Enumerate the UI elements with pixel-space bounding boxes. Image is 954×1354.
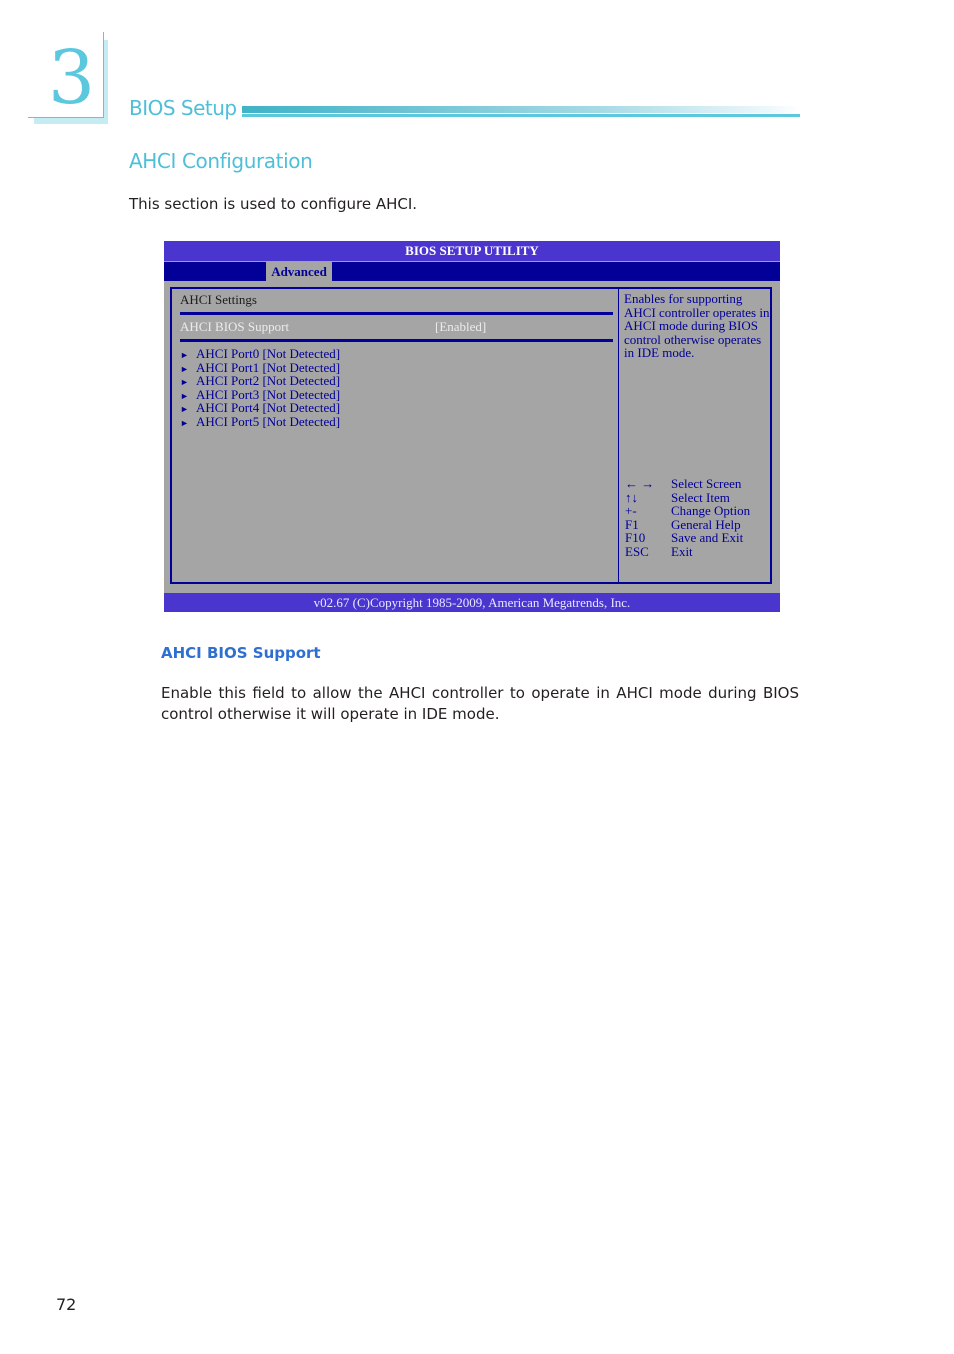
ahci-port-0-item[interactable]: ► AHCI Port0 [Not Detected] [180, 347, 340, 361]
key-legend-row: ↑↓ Select Item [625, 489, 750, 505]
key-action: Exit [671, 543, 693, 559]
ahci-bios-support-value[interactable]: [Enabled] [435, 319, 486, 335]
bios-settings-pane: AHCI Settings AHCI BIOS Support [Enabled… [172, 289, 618, 582]
esc-key: ESC [625, 543, 649, 559]
page-number: 72 [56, 1295, 77, 1314]
key-legend-row: ESC Exit [625, 545, 750, 559]
header-rule-gradient [242, 106, 800, 113]
header-rule-line [242, 114, 800, 117]
arrow-up-down-icon: ↑↓ [625, 489, 638, 505]
header-rule [242, 106, 800, 117]
bios-copyright-footer: v02.67 (C)Copyright 1985-2009, American … [164, 593, 780, 612]
divider [180, 339, 613, 342]
bios-main-panel: AHCI Settings AHCI BIOS Support [Enabled… [170, 287, 772, 584]
key-legend-row: F1 General Help [625, 516, 750, 532]
settings-group-label: AHCI Settings [180, 292, 257, 307]
ahci-port-5-item[interactable]: ► AHCI Port5 [Not Detected] [180, 415, 340, 429]
f1-key: F1 [625, 516, 639, 532]
f10-key: F10 [625, 530, 646, 546]
key-legend-row: ← → Select Screen [625, 477, 750, 491]
key-legend: ← → Select Screen ↑↓ Select Item +- Change … [625, 477, 750, 559]
ahci-port-4-item[interactable]: ► AHCI Port4 [Not Detected] [180, 401, 340, 415]
bios-tab-bar: Advanced [164, 262, 780, 281]
bios-help-pane: Enables for supporting AHCI controller o… [619, 289, 770, 582]
plus-minus-key: +- [625, 503, 637, 519]
ahci-port-2-item[interactable]: ► AHCI Port2 [Not Detected] [180, 374, 340, 388]
tab-advanced[interactable]: Advanced [266, 262, 332, 281]
ahci-port-list: ► AHCI Port0 [Not Detected] ► AHCI Port1 [… [180, 347, 340, 429]
port-label: AHCI Port5 [Not Detected] [196, 413, 341, 429]
chapter-number: 3 [48, 35, 96, 121]
section-intro: This section is used to configure AHCI. [129, 195, 418, 213]
field-description: Enable this field to allow the AHCI cont… [161, 684, 799, 723]
help-text: Enables for supporting AHCI controller o… [624, 291, 770, 361]
ahci-port-3-item[interactable]: ► AHCI Port3 [Not Detected] [180, 387, 340, 402]
submenu-arrow-icon: ► [180, 417, 189, 428]
bios-screen: BIOS SETUP UTILITY Advanced AHCI Setting… [164, 241, 780, 612]
divider [180, 312, 613, 315]
key-legend-row: F10 Save and Exit [625, 531, 750, 545]
arrow-left-right-icon: ← → [625, 476, 655, 491]
chapter-title: BIOS Setup [129, 96, 237, 120]
ahci-port-1-item[interactable]: ► AHCI Port1 [Not Detected] [180, 360, 340, 375]
key-legend-row: +- Change Option [625, 504, 750, 518]
ahci-bios-support-label[interactable]: AHCI BIOS Support [180, 319, 289, 335]
bios-title-bar: BIOS SETUP UTILITY [164, 241, 780, 262]
section-title: AHCI Configuration [129, 149, 313, 173]
field-heading: AHCI BIOS Support [161, 644, 321, 662]
